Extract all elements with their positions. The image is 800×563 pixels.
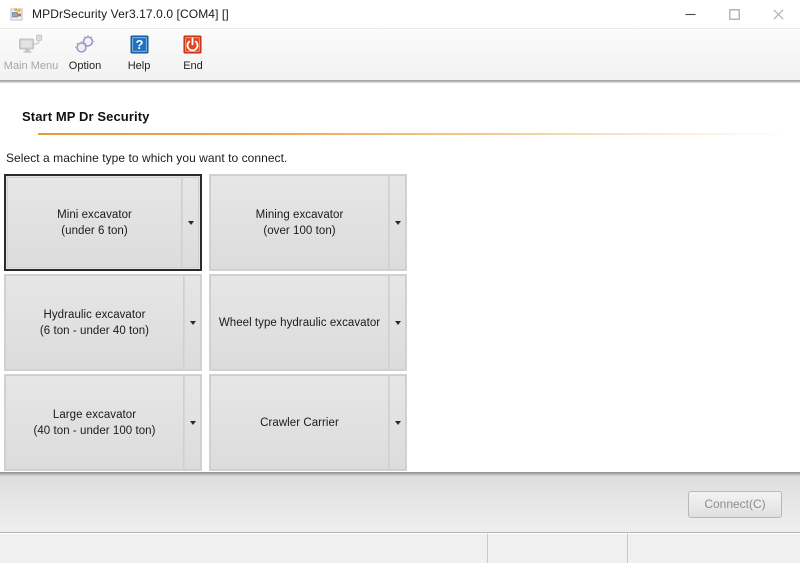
machine-label-mini-excavator: Mini excavator (under 6 ton): [57, 208, 132, 237]
app-icon: [9, 6, 25, 22]
machine-button-main-hydraulic-excavator[interactable]: Hydraulic excavator (6 ton - under 40 to…: [5, 275, 184, 370]
status-cell-3: [628, 533, 800, 563]
window-controls: [668, 0, 800, 28]
title-bar: MPDrSecurity Ver3.17.0.0 [COM4] []: [0, 0, 800, 29]
close-icon[interactable]: [756, 0, 800, 28]
machine-dropdown-wheel-type-hydraulic-excavator[interactable]: [389, 275, 406, 370]
gears-icon: [72, 32, 98, 58]
machine-label-wheel-type-hydraulic-excavator: Wheel type hydraulic excavator: [218, 316, 381, 329]
chevron-down-icon: [189, 320, 196, 325]
machine-label-crawler-carrier: Crawler Carrier: [260, 416, 339, 429]
machine-label-large-excavator: Large excavator (40 ton - under 100 ton): [33, 408, 156, 437]
machine-dropdown-hydraulic-excavator[interactable]: [184, 275, 201, 370]
machine-type-grid: Mini excavator (under 6 ton) Mining exca…: [4, 174, 407, 471]
toolbar-button-end[interactable]: End: [166, 29, 220, 80]
machine-button-crawler-carrier[interactable]: Crawler Carrier: [209, 374, 407, 471]
machine-button-hydraulic-excavator[interactable]: Hydraulic excavator (6 ton - under 40 to…: [4, 274, 202, 371]
minimize-icon[interactable]: [668, 0, 712, 28]
machine-button-mining-excavator[interactable]: Mining excavator (over 100 ton): [209, 174, 407, 271]
monitor-icon: [18, 32, 44, 58]
toolbar-button-option[interactable]: Option: [58, 29, 112, 80]
machine-button-wheel-type-hydraulic-excavator[interactable]: Wheel type hydraulic excavator: [209, 274, 407, 371]
power-icon: [180, 32, 206, 58]
instruction-text: Select a machine type to which you want …: [6, 151, 288, 165]
machine-button-mini-excavator[interactable]: Mini excavator (under 6 ton): [4, 174, 202, 271]
machine-button-large-excavator[interactable]: Large excavator (40 ton - under 100 ton): [4, 374, 202, 471]
application-window: MPDrSecurity Ver3.17.0.0 [COM4] [] Main …: [0, 0, 800, 563]
toolbar-label-option: Option: [68, 60, 102, 72]
machine-button-main-large-excavator[interactable]: Large excavator (40 ton - under 100 ton): [5, 375, 184, 470]
status-cell-2: [488, 533, 628, 563]
maximize-icon[interactable]: [712, 0, 756, 28]
chevron-down-icon: [189, 420, 196, 425]
action-panel: Connect(C): [0, 476, 800, 532]
machine-dropdown-large-excavator[interactable]: [184, 375, 201, 470]
page-title: Start MP Dr Security: [22, 109, 150, 124]
main-content: Start MP Dr Security Select a machine ty…: [0, 83, 800, 532]
chevron-down-icon: [394, 220, 401, 225]
machine-dropdown-mining-excavator[interactable]: [389, 175, 406, 270]
window-title: MPDrSecurity Ver3.17.0.0 [COM4] []: [32, 7, 229, 21]
chevron-down-icon: [394, 320, 401, 325]
toolbar-button-help[interactable]: ? Help: [112, 29, 166, 80]
status-bar: [0, 532, 800, 563]
machine-button-main-mining-excavator[interactable]: Mining excavator (over 100 ton): [210, 175, 389, 270]
chevron-down-icon: [394, 420, 401, 425]
machine-button-main-wheel-type-hydraulic-excavator[interactable]: Wheel type hydraulic excavator: [210, 275, 389, 370]
machine-label-hydraulic-excavator: Hydraulic excavator (6 ton - under 40 to…: [39, 308, 150, 337]
machine-dropdown-crawler-carrier[interactable]: [389, 375, 406, 470]
machine-dropdown-mini-excavator[interactable]: [182, 177, 199, 268]
svg-text:?: ?: [136, 37, 144, 52]
machine-button-main-mini-excavator[interactable]: Mini excavator (under 6 ton): [7, 177, 182, 268]
machine-label-mining-excavator: Mining excavator (over 100 ton): [255, 208, 344, 237]
toolbar: Main Menu Option ? Help End: [0, 29, 800, 80]
toolbar-label-help: Help: [127, 60, 151, 72]
toolbar-label-main-menu: Main Menu: [3, 60, 59, 72]
status-cell-1: [0, 533, 488, 563]
connect-button[interactable]: Connect(C): [688, 490, 782, 518]
title-divider: [38, 133, 786, 135]
machine-button-main-crawler-carrier[interactable]: Crawler Carrier: [210, 375, 389, 470]
toolbar-button-main-menu[interactable]: Main Menu: [4, 29, 58, 80]
question-mark-icon: ?: [126, 32, 152, 58]
toolbar-label-end: End: [183, 60, 203, 72]
chevron-down-icon: [187, 220, 194, 225]
